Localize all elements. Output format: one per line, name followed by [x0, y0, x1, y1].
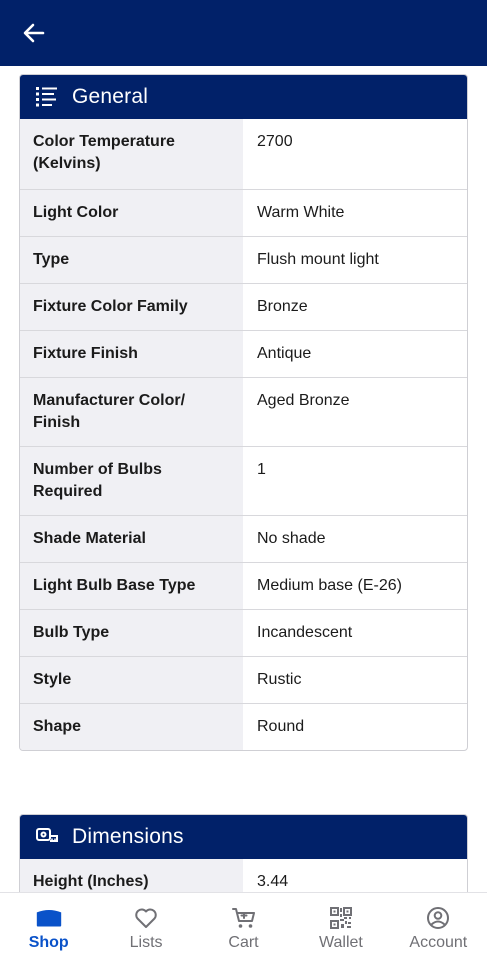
spec-row: Shape Round — [20, 703, 467, 750]
spec-label: Light Color — [20, 190, 243, 236]
spec-label: Style — [20, 657, 243, 703]
nav-label: Account — [409, 934, 468, 951]
general-specs-card: General Color Temperature (Kelvins) 2700… — [19, 74, 468, 751]
dimensions-specs-card: Dimensions Height (Inches) 3.44 — [19, 814, 468, 892]
nav-label: Cart — [228, 934, 259, 951]
spec-row: Manufacturer Color/ Finish Aged Bronze — [20, 377, 467, 446]
general-rows: Color Temperature (Kelvins) 2700 Light C… — [20, 119, 467, 750]
spec-row: Height (Inches) 3.44 — [20, 859, 467, 892]
spec-row: Fixture Finish Antique — [20, 330, 467, 377]
spec-value: No shade — [257, 530, 326, 547]
spec-label: Fixture Color Family — [20, 284, 243, 330]
specs-scroll-area[interactable]: General Color Temperature (Kelvins) 2700… — [0, 66, 487, 892]
spec-label: Light Bulb Base Type — [20, 563, 243, 609]
nav-item-wallet[interactable]: Wallet — [292, 893, 389, 960]
spec-row: Color Temperature (Kelvins) 2700 — [20, 119, 467, 189]
spec-value: Antique — [257, 345, 312, 362]
general-title: General — [72, 85, 149, 108]
spec-label: Number of Bulbs Required — [20, 447, 243, 515]
nav-item-cart[interactable]: Cart — [195, 893, 292, 960]
spec-value: 3.44 — [257, 873, 289, 890]
nav-item-shop[interactable]: Shop — [0, 893, 97, 960]
spec-row: Type Flush mount light — [20, 236, 467, 283]
arrow-left-icon — [23, 23, 45, 43]
spec-row: Style Rustic — [20, 656, 467, 703]
spec-row: Light Bulb Base Type Medium base (E-26) — [20, 562, 467, 609]
nav-item-lists[interactable]: Lists — [97, 893, 194, 960]
spec-value: Medium base (E-26) — [257, 577, 402, 594]
spec-value: 2700 — [257, 133, 293, 150]
spec-value: Warm White — [257, 204, 345, 221]
account-icon — [423, 905, 453, 931]
general-header: General — [20, 75, 467, 119]
spec-value: Flush mount light — [257, 251, 379, 268]
spec-label: Type — [20, 237, 243, 283]
spec-row: Shade Material No shade — [20, 515, 467, 562]
spec-row: Light Color Warm White — [20, 189, 467, 236]
spec-label: Height (Inches) — [20, 859, 243, 892]
spec-value: Incandescent — [257, 624, 353, 641]
spec-value: Rustic — [257, 671, 302, 688]
qr-code-icon — [326, 905, 356, 931]
nav-item-account[interactable]: Account — [390, 893, 487, 960]
cart-icon — [229, 905, 259, 931]
dimensions-rows: Height (Inches) 3.44 — [20, 859, 467, 892]
spec-label: Fixture Finish — [20, 331, 243, 377]
spec-value: 1 — [257, 461, 266, 478]
spec-row: Fixture Color Family Bronze — [20, 283, 467, 330]
heart-icon — [131, 905, 161, 931]
spec-row: Bulb Type Incandescent — [20, 609, 467, 656]
spec-row: Number of Bulbs Required 1 — [20, 446, 467, 515]
dimensions-title: Dimensions — [72, 825, 184, 848]
dimensions-header: Dimensions — [20, 815, 467, 859]
tape-measure-icon — [36, 826, 58, 848]
top-app-bar — [0, 0, 487, 66]
nav-label: Shop — [28, 934, 69, 951]
spec-label: Shape — [20, 704, 243, 750]
store-icon — [34, 905, 64, 931]
nav-label: Lists — [129, 934, 163, 951]
spec-value: Aged Bronze — [257, 392, 350, 409]
spec-label: Color Temperature (Kelvins) — [20, 119, 243, 189]
spec-label: Bulb Type — [20, 610, 243, 656]
spec-label: Shade Material — [20, 516, 243, 562]
nav-label: Wallet — [318, 934, 363, 951]
back-button[interactable] — [18, 18, 50, 48]
spec-value: Bronze — [257, 298, 308, 315]
spec-label: Manufacturer Color/ Finish — [20, 378, 243, 446]
bottom-navigation: Shop Lists Cart Wallet Account — [0, 892, 487, 960]
list-icon — [36, 86, 58, 108]
spec-value: Round — [257, 718, 305, 735]
